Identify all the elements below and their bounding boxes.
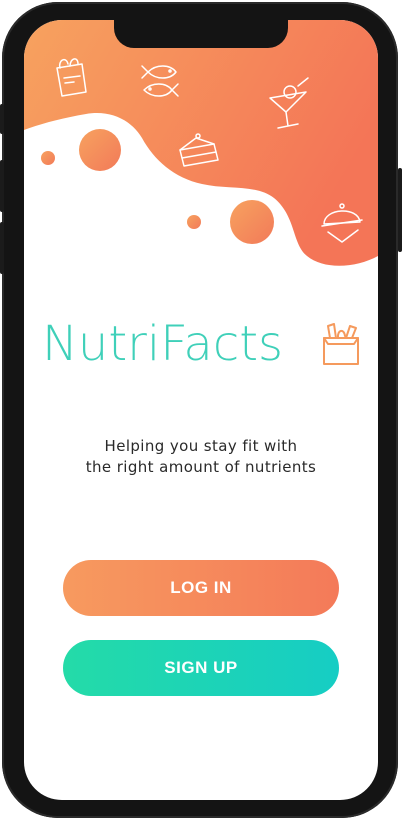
decor-dot — [41, 151, 55, 165]
volume-up-button — [0, 160, 4, 212]
volume-down-button — [0, 222, 4, 274]
header-wave — [24, 20, 378, 266]
decor-dot — [79, 129, 121, 171]
tagline: Helping you stay fit with the right amou… — [24, 436, 378, 478]
header-background — [24, 20, 378, 266]
login-button[interactable]: LOG IN — [63, 560, 339, 616]
camera-notch — [114, 20, 288, 48]
decor-dot — [230, 200, 274, 244]
login-button-label: LOG IN — [170, 578, 232, 597]
brand-logo: NutriFacts — [24, 312, 378, 376]
mute-switch — [0, 104, 4, 134]
grocery-bag-logo-icon — [323, 323, 359, 365]
app-name: NutriFacts — [42, 316, 284, 372]
decor-dot — [187, 215, 201, 229]
tagline-line-2: the right amount of nutrients — [85, 458, 317, 476]
signup-button-label: SIGN UP — [164, 658, 238, 677]
signup-button[interactable]: SIGN UP — [63, 640, 339, 696]
power-button — [398, 168, 402, 252]
tagline-line-1: Helping you stay fit with — [104, 437, 298, 455]
app-screen: NutriFacts Helping you stay fit with the… — [24, 20, 378, 800]
